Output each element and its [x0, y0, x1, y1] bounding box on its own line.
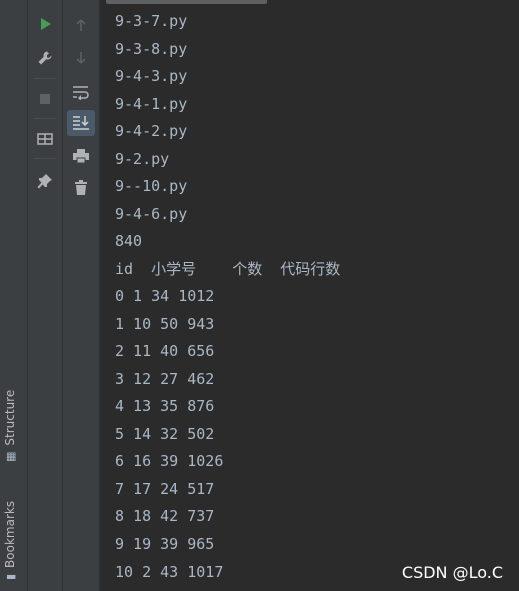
console-line: 4 13 35 876 [115, 397, 215, 415]
console-line: 9-4-3.py [115, 67, 188, 85]
arrow-up-icon [76, 19, 86, 31]
print-button[interactable] [67, 143, 95, 169]
console-line: 840 [115, 232, 143, 250]
console-line: 9--10.py [115, 177, 188, 195]
run-icon [41, 18, 51, 30]
bookmarks-tab-label: Bookmarks [3, 500, 17, 568]
structure-tab-label: Structure [3, 389, 17, 446]
scroll-to-end-icon [73, 116, 89, 130]
print-icon [73, 149, 89, 164]
bookmark-icon: ▮ [3, 573, 17, 580]
console-line: 5 14 32 502 [115, 425, 215, 443]
console-line: 9 19 39 965 [115, 535, 215, 553]
wrench-icon [38, 51, 52, 65]
console-line: 9-3-8.py [115, 40, 188, 58]
console-line: 9-4-2.py [115, 122, 188, 140]
console-line: 8 18 42 737 [115, 507, 215, 525]
stop-button[interactable] [31, 86, 59, 112]
horizontal-scrollbar[interactable] [106, 0, 267, 4]
structure-tab[interactable]: ▦ Structure [3, 390, 17, 462]
trash-icon [75, 180, 87, 195]
soft-wrap-button[interactable] [67, 79, 95, 105]
pin-icon [37, 174, 52, 189]
layout-button[interactable] [31, 126, 59, 152]
console-line: 6 16 39 1026 [115, 452, 224, 470]
run-toolbar [28, 0, 63, 591]
console-line: 0 1 34 1012 [115, 287, 215, 305]
console-line-header: id 小学号 个数 代码行数 [115, 260, 341, 278]
console-line: 7 17 24 517 [115, 480, 215, 498]
run-settings-button[interactable] [31, 45, 59, 71]
rerun-button[interactable] [31, 11, 59, 37]
console-line: 9-2.py [115, 150, 170, 168]
console-line: 9-4-1.py [115, 95, 188, 113]
scroll-to-end-button[interactable] [67, 110, 95, 136]
arrow-down-icon [76, 52, 86, 64]
soft-wrap-icon [73, 86, 89, 100]
structure-icon: ▦ [3, 451, 17, 462]
watermark: CSDN @Lo.C [401, 563, 503, 582]
console-toolbar [63, 0, 100, 591]
console-line: 1 10 50 943 [115, 315, 215, 333]
layout-icon [37, 133, 53, 145]
console-line: 9-3-7.py [115, 12, 188, 30]
bookmarks-tab[interactable]: ▮ Bookmarks [3, 501, 17, 580]
console-line: 2 11 40 656 [115, 342, 215, 360]
console-line: 10 2 43 1017 [115, 563, 224, 581]
scroll-up-button[interactable] [67, 12, 95, 38]
scroll-down-button[interactable] [67, 45, 95, 71]
left-tool-strip: ▦ Structure ▮ Bookmarks [0, 0, 28, 591]
console-line: 3 12 27 462 [115, 370, 215, 388]
stop-icon [40, 94, 50, 104]
console-line: 9-4-6.py [115, 205, 188, 223]
pin-tab-button[interactable] [31, 168, 59, 194]
clear-all-button[interactable] [67, 175, 95, 201]
